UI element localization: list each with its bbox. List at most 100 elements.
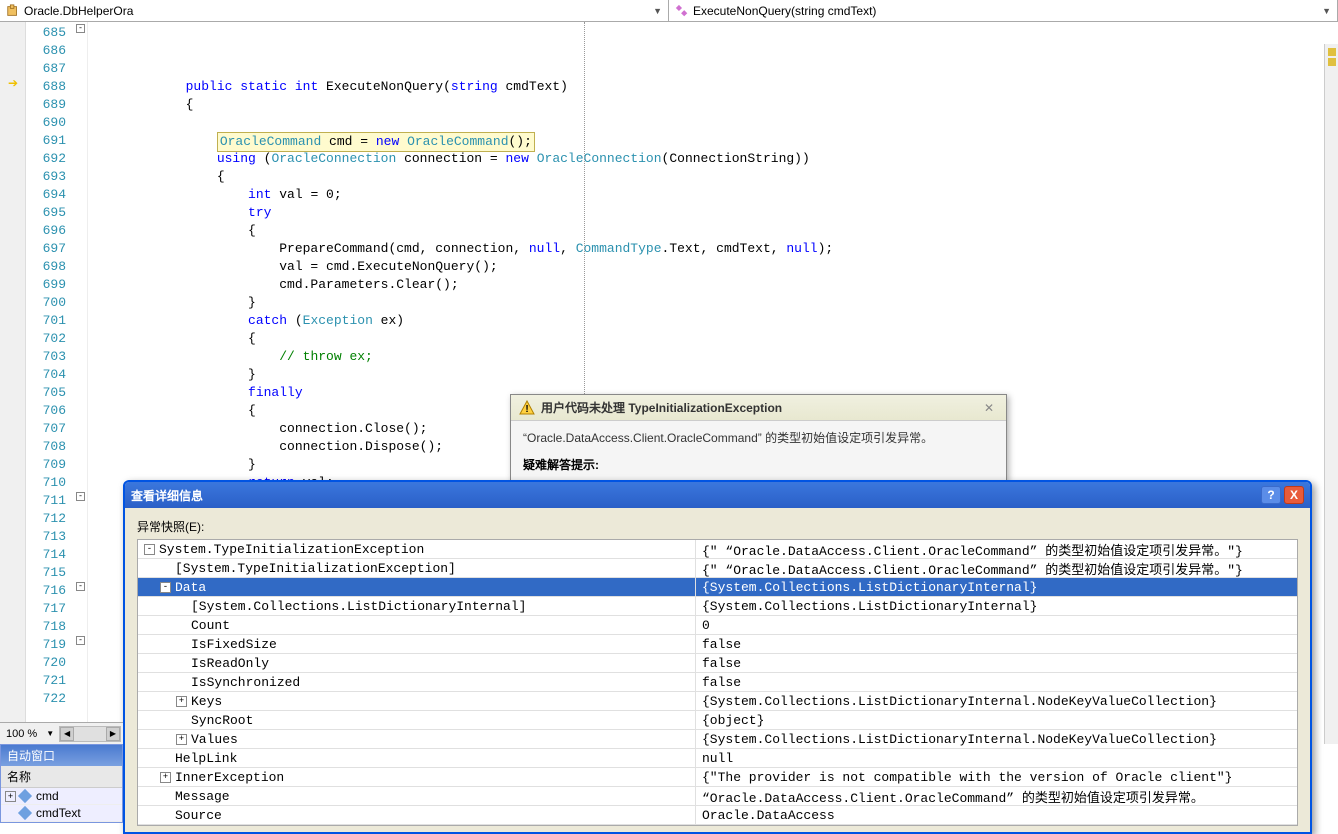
navigation-bar: Oracle.DbHelperOra ▼ ExecuteNonQuery(str… <box>0 0 1338 22</box>
code-line[interactable]: catch (Exception ex) <box>88 312 1338 330</box>
line-number: 698 <box>26 258 66 276</box>
variable-icon <box>18 789 32 803</box>
line-number: 713 <box>26 528 66 546</box>
tree-row[interactable]: IsSynchronizedfalse <box>138 673 1297 692</box>
tree-expander[interactable]: + <box>5 791 16 802</box>
variable-icon <box>18 806 32 820</box>
glyph-margin: ➔ <box>0 22 26 722</box>
line-number: 685 <box>26 24 66 42</box>
code-line[interactable]: PrepareCommand(cmd, connection, null, Co… <box>88 240 1338 258</box>
code-line[interactable]: // throw ex; <box>88 348 1338 366</box>
line-number: 697 <box>26 240 66 258</box>
autos-row[interactable]: cmdText <box>1 805 122 822</box>
change-marker <box>1328 48 1336 56</box>
code-line[interactable]: public static int ExecuteNonQuery(string… <box>88 78 1338 96</box>
tree-row[interactable]: IsFixedSizefalse <box>138 635 1297 654</box>
code-line[interactable]: } <box>88 294 1338 312</box>
line-number-gutter: 6856866876886896906916926936946956966976… <box>26 22 74 722</box>
scroll-right-button[interactable]: ▶ <box>106 727 120 741</box>
tree-node-value: false <box>696 656 1297 671</box>
tree-row[interactable]: +InnerException{"The provider is not com… <box>138 768 1297 787</box>
horizontal-scrollbar[interactable]: ◀ ▶ <box>59 726 121 742</box>
exception-detail-dialog: 查看详细信息 ? X 异常快照(E): -System.TypeInitiali… <box>123 480 1312 834</box>
tree-node-value: “Oracle.DataAccess.Client.OracleCommand”… <box>696 787 1297 806</box>
line-number: 691 <box>26 132 66 150</box>
code-line[interactable]: OracleCommand cmd = new OracleCommand(); <box>88 132 1338 150</box>
line-number: 706 <box>26 402 66 420</box>
tree-row[interactable]: Message “Oracle.DataAccess.Client.OracleC… <box>138 787 1297 806</box>
line-number: 699 <box>26 276 66 294</box>
line-number: 707 <box>26 420 66 438</box>
line-number: 696 <box>26 222 66 240</box>
line-number: 712 <box>26 510 66 528</box>
line-number: 690 <box>26 114 66 132</box>
line-number: 716 <box>26 582 66 600</box>
autos-column-name: 名称 <box>1 766 122 788</box>
close-button[interactable]: X <box>1284 486 1304 504</box>
tree-expander[interactable]: + <box>160 772 171 783</box>
method-dropdown-label: ExecuteNonQuery(string cmdText) <box>693 4 876 18</box>
scroll-left-button[interactable]: ◀ <box>60 727 74 741</box>
dialog-title: 查看详细信息 <box>131 487 1258 504</box>
fold-toggle[interactable]: - <box>76 636 85 645</box>
fold-toggle[interactable]: - <box>76 24 85 33</box>
tree-expander[interactable]: - <box>160 582 171 593</box>
tree-node-name: Data <box>175 580 206 595</box>
line-number: 709 <box>26 456 66 474</box>
tree-node-name: Values <box>191 732 238 747</box>
line-number: 700 <box>26 294 66 312</box>
tree-expander[interactable]: - <box>144 544 155 555</box>
code-line[interactable]: { <box>88 222 1338 240</box>
tree-node-value: {" “Oracle.DataAccess.Client.OracleComma… <box>696 559 1297 578</box>
code-line[interactable]: { <box>88 330 1338 348</box>
tree-row[interactable]: IsReadOnlyfalse <box>138 654 1297 673</box>
tree-row[interactable]: SyncRoot{object} <box>138 711 1297 730</box>
dialog-titlebar[interactable]: 查看详细信息 ? X <box>125 482 1310 508</box>
tree-node-name: Message <box>175 789 230 804</box>
line-number: 688 <box>26 78 66 96</box>
exception-tree-grid[interactable]: -System.TypeInitializationException{" “O… <box>137 539 1298 826</box>
class-dropdown[interactable]: Oracle.DbHelperOra ▼ <box>0 0 669 21</box>
code-line[interactable]: try <box>88 204 1338 222</box>
tree-row[interactable]: -System.TypeInitializationException{" “O… <box>138 540 1297 559</box>
line-number: 722 <box>26 690 66 708</box>
tree-row[interactable]: SourceOracle.DataAccess <box>138 806 1297 825</box>
tree-node-value: {System.Collections.ListDictionaryIntern… <box>696 694 1297 709</box>
fold-toggle[interactable]: - <box>76 492 85 501</box>
code-line[interactable]: using (OracleConnection connection = new… <box>88 150 1338 168</box>
line-number: 693 <box>26 168 66 186</box>
code-line[interactable]: cmd.Parameters.Clear(); <box>88 276 1338 294</box>
fold-toggle[interactable]: - <box>76 582 85 591</box>
code-line[interactable]: } <box>88 366 1338 384</box>
tree-row[interactable]: [System.Collections.ListDictionaryIntern… <box>138 597 1297 616</box>
tree-node-name: HelpLink <box>175 751 237 766</box>
autos-row[interactable]: +cmd <box>1 788 122 805</box>
code-line[interactable]: int val = 0; <box>88 186 1338 204</box>
tree-expander[interactable]: + <box>176 696 187 707</box>
zoom-control: 100 % ▼ ◀ ▶ <box>0 722 123 744</box>
method-dropdown[interactable]: ExecuteNonQuery(string cmdText) ▼ <box>669 0 1338 21</box>
help-button[interactable]: ? <box>1261 486 1281 504</box>
tree-node-value: {object} <box>696 713 1297 728</box>
tree-node-name: Source <box>175 808 222 823</box>
tree-row[interactable]: HelpLinknull <box>138 749 1297 768</box>
tree-expander[interactable]: + <box>176 734 187 745</box>
line-number: 703 <box>26 348 66 366</box>
tree-row[interactable]: Count0 <box>138 616 1297 635</box>
code-line[interactable] <box>88 114 1338 132</box>
code-line[interactable]: val = cmd.ExecuteNonQuery(); <box>88 258 1338 276</box>
snapshot-label: 异常快照(E): <box>137 518 1298 535</box>
code-line[interactable]: { <box>88 96 1338 114</box>
change-marker <box>1328 58 1336 66</box>
tree-row[interactable]: [System.TypeInitializationException] {" “… <box>138 559 1297 578</box>
code-line[interactable]: { <box>88 168 1338 186</box>
dropdown-arrow-icon: ▼ <box>653 6 662 16</box>
tree-row[interactable]: +Keys{System.Collections.ListDictionaryI… <box>138 692 1297 711</box>
execution-pointer-icon: ➔ <box>8 76 18 91</box>
tree-row[interactable]: +Values{System.Collections.ListDictionar… <box>138 730 1297 749</box>
close-icon[interactable]: ✕ <box>980 401 998 415</box>
tree-node-name: [System.TypeInitializationException] <box>175 561 456 576</box>
tree-row[interactable]: -Data{System.Collections.ListDictionaryI… <box>138 578 1297 597</box>
zoom-dropdown-arrow[interactable]: ▼ <box>43 729 57 738</box>
line-number: 701 <box>26 312 66 330</box>
